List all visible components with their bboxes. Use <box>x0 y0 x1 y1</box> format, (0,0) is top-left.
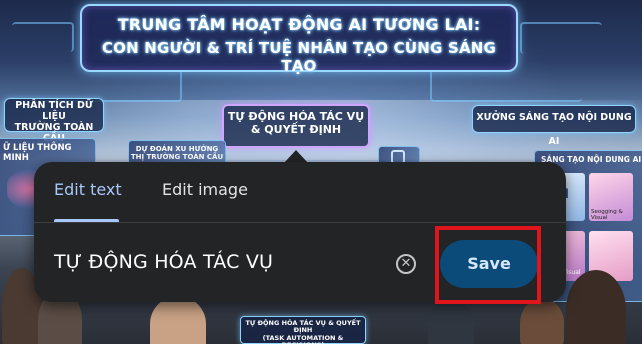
hero-title-line2: CON NGƯỜI & TRÍ TUỆ NHÂN TẠO CÙNG SÁNG T… <box>101 39 497 75</box>
circuit-line <box>520 22 602 54</box>
save-highlight-box <box>435 226 541 304</box>
tab-edit-text[interactable]: Edit text <box>54 180 122 199</box>
smart-data-label: Ữ LIỆU THÔNG MINH <box>3 143 72 163</box>
visual-thumbnail: Seogging & Visual <box>589 173 633 221</box>
hero-title-line1: TRUNG TÂM HOẠT ĐỘNG AI TƯƠNG LAI: <box>117 15 481 34</box>
forecast-label-line2: THỊ TRƯỜNG TOÀN CẦU <box>130 153 224 161</box>
tab-edit-image[interactable]: Edit image <box>162 180 248 199</box>
person-figure <box>520 298 564 344</box>
forecast-label-line1: DỰ ĐOÁN XU HƯỚNG <box>135 145 219 153</box>
person-figure <box>428 300 474 344</box>
panel-task-automation: TỰ ĐỘNG HÓA TÁC VỤ & QUYẾT ĐỊNH <box>222 104 370 148</box>
edit-text-value[interactable]: TỰ ĐỘNG HÓA TÁC VỤ <box>54 251 273 273</box>
panel-data-analysis: PHÂN TÍCH DỮ LIỆU TRƯỜNG TOÀN CẦU <box>4 98 104 144</box>
bottom-label-line2: (TASK AUTOMATION & DECISIONS) <box>262 333 344 344</box>
panel-content-studio-label: XƯỞNG SÁNG TẠO NỘI DUNG AI <box>476 112 632 147</box>
tab-divider <box>34 222 566 223</box>
bottom-label-line1: TỰ ĐỘNG HÓA TÁC VỤ & QUYẾT ĐỊNH <box>245 319 361 335</box>
hero-title-banner: TRUNG TÂM HOẠT ĐỘNG AI TƯƠNG LAI: CON NG… <box>80 4 518 75</box>
circuit-line <box>12 22 74 52</box>
person-figure <box>150 296 206 344</box>
close-circle-icon[interactable]: ✕ <box>396 254 416 274</box>
panel-content-studio: XƯỞNG SÁNG TẠO NỘI DUNG AI <box>472 105 636 147</box>
person-figure <box>566 270 626 344</box>
bottom-automation-label: TỰ ĐỘNG HÓA TÁC VỤ & QUYẾT ĐỊNH (TASK AU… <box>240 316 366 344</box>
visual-thumbnail-label: Seogging & Visual <box>591 209 623 221</box>
panel-task-automation-line2: & QUYẾT ĐỊNH <box>250 122 342 136</box>
panel-task-automation-line1: TỰ ĐỘNG HÓA TÁC VỤ <box>227 110 365 123</box>
panel-data-analysis-line1: PHÂN TÍCH DỮ LIỆU <box>15 100 93 122</box>
